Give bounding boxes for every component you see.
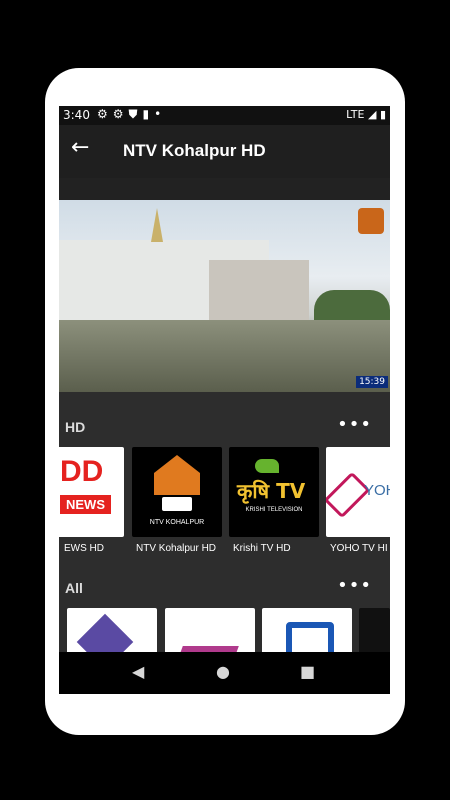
ntv-logo-text: NTV KOHALPUR — [149, 519, 205, 526]
status-right: LTE ◢ ▮ — [346, 108, 386, 121]
battery-icon: ▮ — [379, 108, 386, 121]
app-screen: 3:40 ⚙⚙⛊▮• LTE ◢ ▮ ← NTV Kohalpur HD 15:… — [59, 106, 390, 694]
krishi-logo-text: कृषि TV — [237, 479, 306, 503]
channel-label: YOHO TV HI — [330, 543, 388, 554]
status-time: 3:40 — [63, 108, 90, 122]
more-horizontal-icon[interactable]: ••• — [337, 414, 372, 435]
channel-label: Krishi TV HD — [233, 543, 291, 554]
leaf-icon — [255, 459, 279, 473]
channel-card-ntv-kohalpur[interactable]: NTV KOHALPUR — [132, 447, 222, 537]
krishi-logo-sub: KRISHI TELEVISION — [245, 507, 303, 513]
sd-card-icon: ▮ — [142, 107, 155, 121]
section-label-hd: HD — [65, 419, 86, 435]
page-title: NTV Kohalpur HD — [123, 141, 266, 160]
channel-card-krishi-tv[interactable]: कृषि TV KRISHI TELEVISION — [229, 447, 319, 537]
dd-news-logo: DD — [60, 455, 104, 488]
channel-card-yoho-tv[interactable]: YOHO — [326, 447, 390, 537]
network-label: LTE — [346, 108, 365, 121]
system-nav-bar: ◀ ● ■ — [59, 652, 390, 694]
channel-watermark-icon — [358, 208, 384, 234]
ntv-logo-icon — [154, 455, 200, 495]
channel-label: NTV Kohalpur HD — [136, 543, 217, 554]
signal-icon: ◢ — [367, 108, 377, 121]
dd-news-logo-sub: NEWS — [60, 495, 111, 514]
status-icons: ⚙⚙⛊▮• — [97, 107, 166, 122]
video-clock: 15:39 — [356, 376, 388, 388]
section-label-all: All — [65, 580, 83, 596]
arrow-left-icon[interactable]: ← — [71, 135, 89, 160]
dot-icon: • — [154, 107, 167, 121]
ntv-logo-plate — [162, 497, 192, 511]
yoho-logo-text: YOHO — [364, 482, 390, 499]
shield-icon: ⛊ — [128, 107, 143, 121]
more-horizontal-icon[interactable]: ••• — [337, 575, 372, 596]
video-player[interactable]: 15:39 — [59, 200, 390, 392]
nav-back-icon[interactable]: ◀ — [132, 662, 144, 681]
channel-label: EWS HD — [64, 543, 104, 554]
video-scene-crowd — [59, 320, 390, 392]
channel-card-dd-news[interactable]: DD NEWS — [59, 447, 124, 537]
nav-home-icon[interactable]: ● — [216, 662, 230, 681]
nav-recents-icon[interactable]: ■ — [300, 662, 315, 681]
status-bar: 3:40 ⚙⚙⛊▮• LTE ◢ ▮ — [59, 106, 390, 125]
player-top-strip — [59, 178, 390, 200]
video-scene-spire — [151, 208, 163, 242]
app-bar: ← NTV Kohalpur HD — [59, 125, 390, 178]
gear-icon: ⚙ — [97, 107, 113, 121]
gear-icon: ⚙ — [112, 107, 129, 121]
